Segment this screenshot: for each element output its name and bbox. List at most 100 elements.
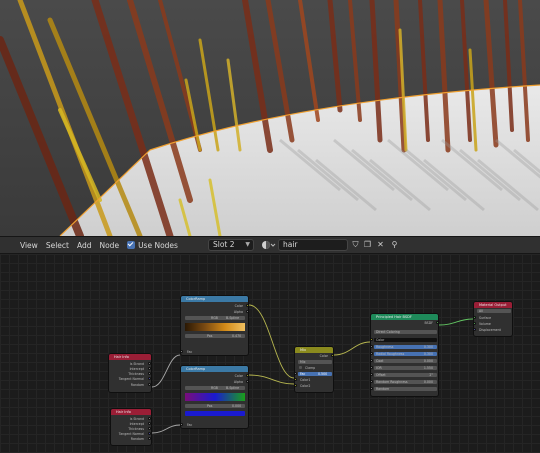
socket[interactable] (148, 432, 151, 435)
target: All (479, 309, 483, 313)
color-ramp-node-1[interactable]: ColorRamp Color Alpha RGB B-Spline Pos 0… (180, 295, 249, 356)
socket[interactable] (148, 427, 151, 430)
node-title: ColorRamp (181, 366, 248, 372)
socket[interactable] (371, 373, 373, 376)
socket[interactable] (371, 380, 373, 383)
input-displacement: Displacement (479, 328, 501, 332)
use-nodes-toggle[interactable]: Use Nodes (123, 240, 182, 250)
socket[interactable] (148, 377, 151, 380)
socket[interactable] (371, 345, 373, 348)
socket[interactable] (181, 423, 183, 426)
socket[interactable] (181, 350, 183, 353)
bsdf-row-value: 0.000 (423, 359, 433, 363)
output-alpha: Alpha (233, 380, 243, 384)
socket[interactable] (371, 359, 373, 362)
socket[interactable] (371, 352, 373, 355)
output-thickness: Thickness (128, 427, 144, 431)
color-ramp-node-2[interactable]: ColorRamp Color Alpha RGB B-Spline Pos 0… (180, 365, 249, 429)
clamp-checkbox[interactable] (299, 366, 302, 369)
menu-view[interactable]: View (16, 241, 42, 250)
socket[interactable] (246, 380, 248, 383)
pos-value: 0.470 (232, 334, 242, 338)
socket[interactable] (371, 366, 373, 369)
socket[interactable] (148, 383, 151, 386)
blend-mode: Mix (300, 360, 306, 364)
hair-info-node-2[interactable]: Hair Info Is Strand Intercept Thickness … (110, 408, 152, 446)
ramp-interp: B-Spline (226, 386, 240, 390)
socket[interactable] (246, 304, 248, 307)
shield-icon[interactable]: ⛉ (350, 239, 361, 251)
use-nodes-label: Use Nodes (138, 240, 178, 250)
socket[interactable] (295, 384, 297, 387)
socket[interactable] (246, 374, 248, 377)
socket[interactable] (148, 362, 151, 365)
material-output-node[interactable]: Material Output All Surface Volume Displ… (473, 301, 513, 337)
input-fac: Fac (187, 423, 193, 427)
node-title: Principled Hair BSDF (371, 314, 438, 320)
chevron-down-icon: ▼ (245, 241, 250, 248)
close-icon[interactable]: ✕ (375, 239, 386, 251)
output-is-strand: Is Strand (129, 362, 144, 366)
socket[interactable] (148, 417, 151, 420)
fac-value: 0.500 (318, 372, 328, 376)
output-color: Color (234, 304, 243, 308)
color-ramp-gradient[interactable] (185, 323, 245, 331)
input-color1: Color1 (300, 378, 311, 382)
output-tangent-normal: Tangent Normal (118, 377, 144, 381)
socket[interactable] (371, 338, 373, 341)
ramp-stop-color-swatch[interactable] (185, 411, 245, 416)
pos-label: Pos (207, 334, 213, 338)
socket[interactable] (148, 422, 151, 425)
fac-label: Fac (300, 372, 306, 376)
pos-value: 0.000 (232, 404, 242, 408)
node-title: ColorRamp (181, 296, 248, 302)
input-fac: Fac (187, 350, 193, 354)
socket[interactable] (148, 372, 151, 375)
socket[interactable] (295, 378, 297, 381)
socket[interactable] (436, 321, 438, 324)
checkbox-icon (127, 240, 136, 249)
socket[interactable] (371, 387, 373, 390)
bsdf-row-label: Random Roughness (376, 380, 408, 384)
color-ramp-gradient[interactable] (185, 393, 245, 401)
bsdf-row-value: 0.300 (423, 352, 433, 356)
sphere-material-icon[interactable] (260, 239, 276, 251)
socket[interactable] (474, 328, 476, 331)
socket[interactable] (474, 316, 476, 319)
output-bsdf: BSDF (424, 321, 433, 325)
menu-select[interactable]: Select (42, 241, 73, 250)
node-title: Hair Info (111, 409, 151, 415)
pos-label: Pos (207, 404, 213, 408)
bsdf-row-label: Coat (376, 359, 384, 363)
socket[interactable] (331, 354, 333, 357)
hair-info-node-1[interactable]: Hair Info Is Strand Intercept Thickness … (108, 353, 152, 393)
input-color2: Color2 (300, 384, 311, 388)
duplicate-icon[interactable]: ❐ (362, 239, 373, 251)
output-thickness: Thickness (128, 372, 144, 376)
3d-viewport[interactable] (0, 0, 540, 236)
node-editor-header: View Select Add Node Use Nodes Slot 2 ▼ … (0, 236, 540, 254)
material-name-field[interactable]: hair (278, 239, 348, 251)
slot-dropdown[interactable]: Slot 2 ▼ (208, 239, 254, 251)
bsdf-row-value: 0.000 (423, 380, 433, 384)
material-name: hair (283, 240, 298, 249)
socket[interactable] (148, 367, 151, 370)
bsdf-row-label: IOR (376, 366, 382, 370)
socket[interactable] (246, 310, 248, 313)
pin-icon[interactable]: ⚲ (389, 239, 400, 251)
output-color: Color (319, 354, 328, 358)
bsdf-row-label: Offset (376, 373, 386, 377)
socket[interactable] (474, 322, 476, 325)
menu-node[interactable]: Node (95, 241, 123, 250)
bsdf-row-label: Random (376, 387, 390, 391)
node-title: Material Output (474, 302, 512, 308)
principled-hair-bsdf-node[interactable]: Principled Hair BSDF BSDF Direct Colorin… (370, 313, 439, 397)
node-editor-canvas[interactable]: Hair Info Is Strand Intercept Thickness … (0, 254, 540, 453)
parametrization: Direct Coloring (376, 330, 400, 334)
socket[interactable] (295, 372, 297, 375)
menu-add[interactable]: Add (73, 241, 96, 250)
socket[interactable] (148, 437, 151, 440)
mix-node[interactable]: Mix Color Mix Clamp Fac 0.500 Color1 Col… (294, 346, 334, 393)
input-volume: Volume (479, 322, 491, 326)
output-is-strand: Is Strand (129, 417, 144, 421)
